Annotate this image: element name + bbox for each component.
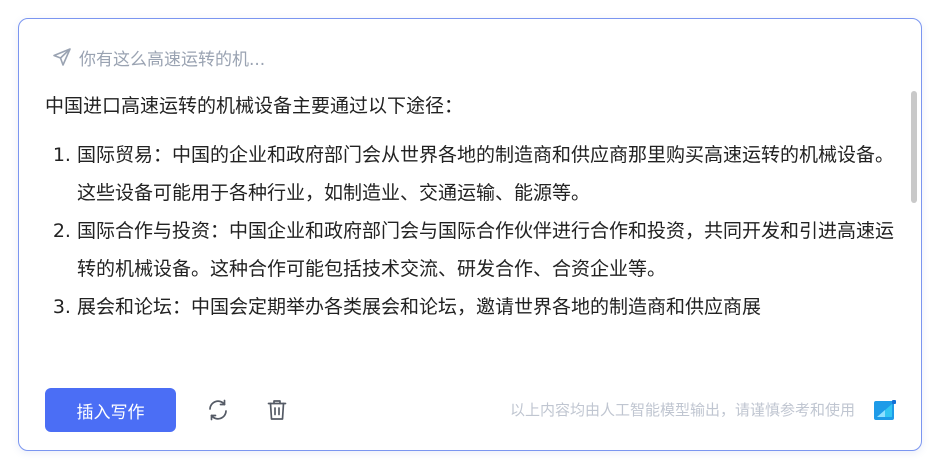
- ai-disclaimer: 以上内容均由人工智能模型输出，请谨慎参考和使用: [509, 401, 855, 419]
- trash-icon[interactable]: [262, 395, 292, 425]
- scrollbar-thumb[interactable]: [911, 91, 917, 203]
- insert-writing-button[interactable]: 插入写作: [45, 388, 176, 432]
- action-footer: 插入写作 以上内容均由人工智能模型输出，请谨慎参考和使用: [45, 388, 897, 432]
- ai-answer-card: 你有这么高速运转的机... 中国进口高速运转的机械设备主要通过以下途径： 国际贸…: [18, 18, 922, 451]
- list-item: 国际合作与投资：中国企业和政府部门会与国际合作伙伴进行合作和投资，共同开发和引进…: [77, 212, 895, 288]
- response-content: 中国进口高速运转的机械设备主要通过以下途径： 国际贸易：中国的企业和政府部门会从…: [45, 87, 895, 373]
- list-item: 国际贸易：中国的企业和政府部门会从世界各地的制造商和供应商那里购买高速运转的机械…: [77, 136, 895, 212]
- ai-logo-icon: [873, 398, 897, 422]
- send-icon: [51, 46, 73, 68]
- prompt-text: 你有这么高速运转的机...: [79, 49, 266, 70]
- response-intro: 中国进口高速运转的机械设备主要通过以下途径：: [45, 95, 464, 117]
- list-item: 展会和论坛：中国会定期举办各类展会和论坛，邀请世界各地的制造商和供应商展: [77, 288, 895, 326]
- response-list: 国际贸易：中国的企业和政府部门会从世界各地的制造商和供应商那里购买高速运转的机械…: [45, 136, 895, 326]
- prompt-header: 你有这么高速运转的机...: [51, 45, 266, 70]
- refresh-icon[interactable]: [203, 395, 233, 425]
